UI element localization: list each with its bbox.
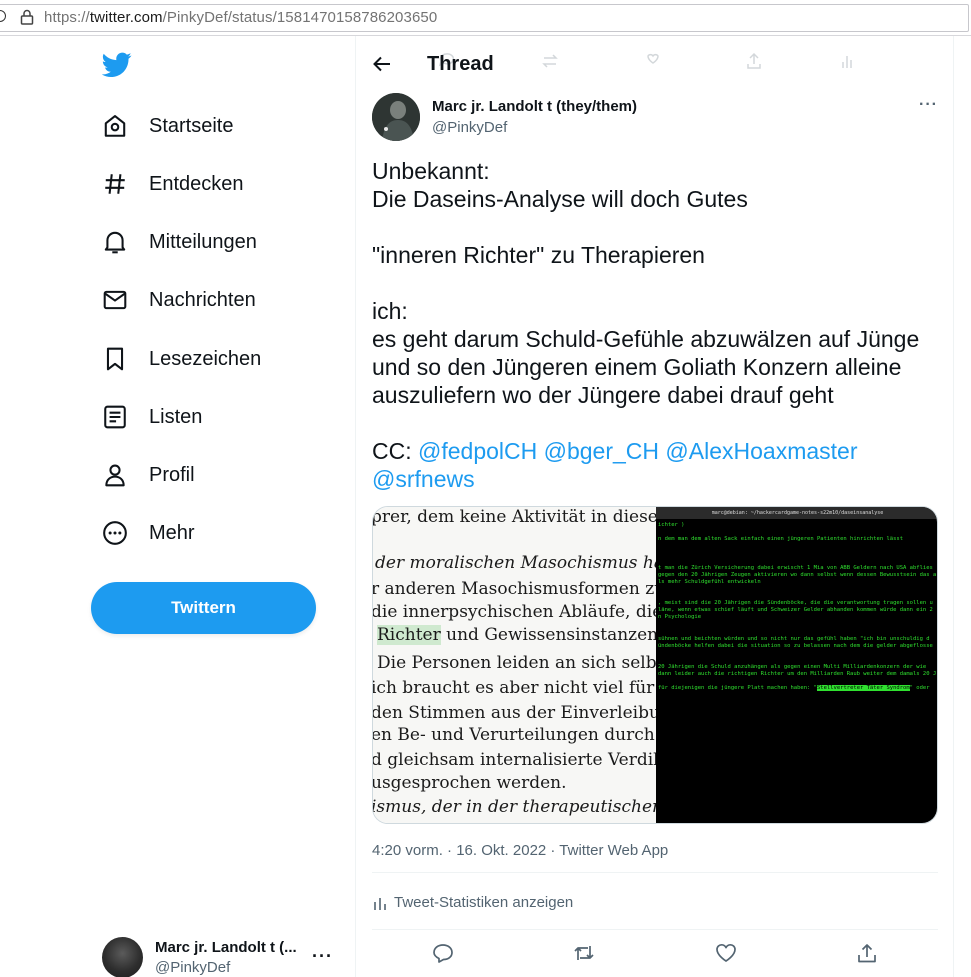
nav-item-more[interactable]: Mehr xyxy=(102,513,195,553)
nav-item-notifications[interactable]: Mitteilungen xyxy=(102,222,257,262)
nav-item-profile[interactable]: Profil xyxy=(102,455,195,495)
nav-label-profile: Profil xyxy=(149,463,195,486)
bell-icon xyxy=(104,231,126,254)
book-text-line: prer, dem keine Aktivität in diesem gr xyxy=(373,507,656,527)
tweet-media[interactable]: prer, dem keine Aktivität in diesem gr de… xyxy=(372,506,938,824)
hashtag-icon xyxy=(105,174,125,194)
book-text-line: ismus, der in der therapeutischen Prax xyxy=(373,797,656,817)
book-text-line: der moralischen Masochismus haben xyxy=(375,553,656,573)
nav-label-lists: Listen xyxy=(149,405,203,428)
account-switcher[interactable]: Marc jr. Landolt t (... @PinkyDef ··· xyxy=(102,936,342,977)
divider xyxy=(372,929,938,930)
tweet-stats-link[interactable]: Tweet-Statistiken anzeigen xyxy=(372,894,573,911)
terminal-text-line: ls mehr Schuldgefühl entwickeln xyxy=(658,578,761,585)
main-column: Thread Marc jr. Landolt t (they/them) @P… xyxy=(355,36,954,977)
book-page-image[interactable]: prer, dem keine Aktivität in diesem gr de… xyxy=(373,507,656,823)
tweet-text-body: Unbekannt: Die Daseins-Analyse will doch… xyxy=(372,158,920,464)
book-highlight: Richter xyxy=(377,625,441,645)
mention-link[interactable]: @srfnews xyxy=(372,466,475,492)
bookmark-icon xyxy=(106,347,124,371)
terminal-text-line: n Psychologie xyxy=(658,614,702,621)
twitter-bird-icon[interactable] xyxy=(102,52,132,78)
stats-label: Tweet-Statistiken anzeigen xyxy=(394,894,574,911)
mail-icon xyxy=(103,290,127,310)
terminal-text-line: für diejenigen die jüngere Platt machen … xyxy=(658,685,930,692)
nav-item-bookmarks[interactable]: Lesezeichen xyxy=(102,339,261,379)
divider xyxy=(372,872,938,873)
terminal-text-line: gegen den 20 Jährigen Zeugen aktivieren … xyxy=(658,571,937,578)
book-text-line: r anderen Masochismusformen zu t xyxy=(373,579,656,599)
retweet-icon[interactable] xyxy=(573,942,595,964)
url-prefix: https:// xyxy=(44,9,90,26)
nav-label-more: Mehr xyxy=(149,521,195,544)
page-title: Thread xyxy=(427,53,494,75)
account-avatar xyxy=(102,937,143,977)
like-heart-icon[interactable] xyxy=(715,942,737,964)
reply-icon[interactable] xyxy=(432,942,454,964)
book-text-line: en Be- und Verurteilungen durch die xyxy=(373,725,656,745)
tweet-timestamp[interactable]: 4:20 vorm. · 16. Okt. 2022 · Twitter Web… xyxy=(372,842,668,859)
book-text-line: Die Personen leiden an sich selbst, sie xyxy=(377,653,656,673)
book-text-line: d gleichsam internalisierte Verdikte, d xyxy=(373,750,656,770)
nav-label-messages: Nachrichten xyxy=(149,288,256,311)
book-text-line: Richter und Gewissensinstanzen und d xyxy=(377,625,656,645)
terminal-text-line: t man die Zürich Versicherung dabei erwi… xyxy=(658,564,933,571)
thread-header: Thread xyxy=(356,46,955,82)
terminal-text-line: 20 Jährigen die Schuld anzuhängen als ge… xyxy=(658,664,927,670)
nav-label-bookmarks: Lesezeichen xyxy=(149,347,262,370)
account-name: Marc jr. Landolt t (... xyxy=(155,939,297,956)
url-host: twitter.com xyxy=(89,9,163,26)
mention-link[interactable]: @bger_CH xyxy=(544,438,659,464)
list-icon xyxy=(104,405,126,429)
nav-item-lists[interactable]: Listen xyxy=(102,397,202,437)
author-name[interactable]: Marc jr. Landolt t (they/them) xyxy=(432,98,637,115)
terminal-title: marc@debian: ~/hackercardgame-notes-s22m… xyxy=(656,507,937,519)
account-handle: @PinkyDef xyxy=(155,959,231,976)
tweet-more-icon[interactable]: ··· xyxy=(919,96,938,114)
person-icon xyxy=(105,464,125,487)
home-icon xyxy=(104,115,126,137)
terminal-screenshot-image[interactable]: marc@debian: ~/hackercardgame-notes-s22m… xyxy=(656,507,937,823)
back-arrow-icon[interactable] xyxy=(372,54,392,74)
terminal-text-line: , meist sind die 20 Jährigen die Sündenb… xyxy=(658,600,933,607)
book-text-line: den Stimmen aus der Einverleibung de xyxy=(373,703,656,723)
author-handle[interactable]: @PinkyDef xyxy=(432,119,507,136)
tweet-button[interactable]: Twittern xyxy=(91,582,316,634)
terminal-text-line: ichter ) xyxy=(658,522,685,528)
nav-label-notifications: Mitteilungen xyxy=(149,230,257,253)
book-text-line: die innerpsychischen Abläufe, die sic xyxy=(373,602,656,622)
stats-icon xyxy=(374,897,386,910)
avatar-photo xyxy=(372,93,420,141)
account-more-icon[interactable]: ··· xyxy=(312,946,333,967)
nav-label-home: Startseite xyxy=(149,114,234,137)
mention-link[interactable]: @fedpolCH xyxy=(418,438,537,464)
nav-item-messages[interactable]: Nachrichten xyxy=(102,280,256,320)
terminal-text-line: n dem man dem alten Sack einfach einen j… xyxy=(658,536,904,543)
url-text[interactable]: https://twitter.com/PinkyDef/status/1581… xyxy=(44,9,437,26)
author-avatar[interactable] xyxy=(372,93,420,141)
mention-link[interactable]: @AlexHoaxmaster xyxy=(665,438,857,464)
url-path: /PinkyDef/status/1581470158786203650 xyxy=(162,9,438,26)
tweet-text: Unbekannt: Die Daseins-Analyse will doch… xyxy=(372,157,942,493)
terminal-text-line: dann leider auch die richtigen Richter u… xyxy=(658,671,937,678)
more-circle-icon xyxy=(103,521,127,545)
nav-item-home[interactable]: Startseite xyxy=(102,106,233,146)
share-icon[interactable] xyxy=(856,942,878,964)
sidebar: Startseite Entdecken Mitteilungen Nachri… xyxy=(0,36,355,977)
nav-item-explore[interactable]: Entdecken xyxy=(102,164,244,204)
terminal-highlight: Stellvertreter Täter Syndrom xyxy=(816,685,910,692)
book-text-line: usgesprochen werden. xyxy=(373,773,567,793)
book-text-line: ich braucht es aber nicht viel für die P… xyxy=(373,678,656,698)
lock-icon xyxy=(20,9,34,25)
browser-url-bar[interactable]: https://twitter.com/PinkyDef/status/1581… xyxy=(0,0,971,36)
terminal-text-line: läne, wenn etwas schief läuft und Schwei… xyxy=(658,607,933,614)
nav-label-explore: Entdecken xyxy=(149,172,244,195)
terminal-text-line: ündenböcke helfen dabei die situation so… xyxy=(658,642,933,649)
terminal-text-line: sühnen und beichten würden und so nicht … xyxy=(658,635,930,642)
